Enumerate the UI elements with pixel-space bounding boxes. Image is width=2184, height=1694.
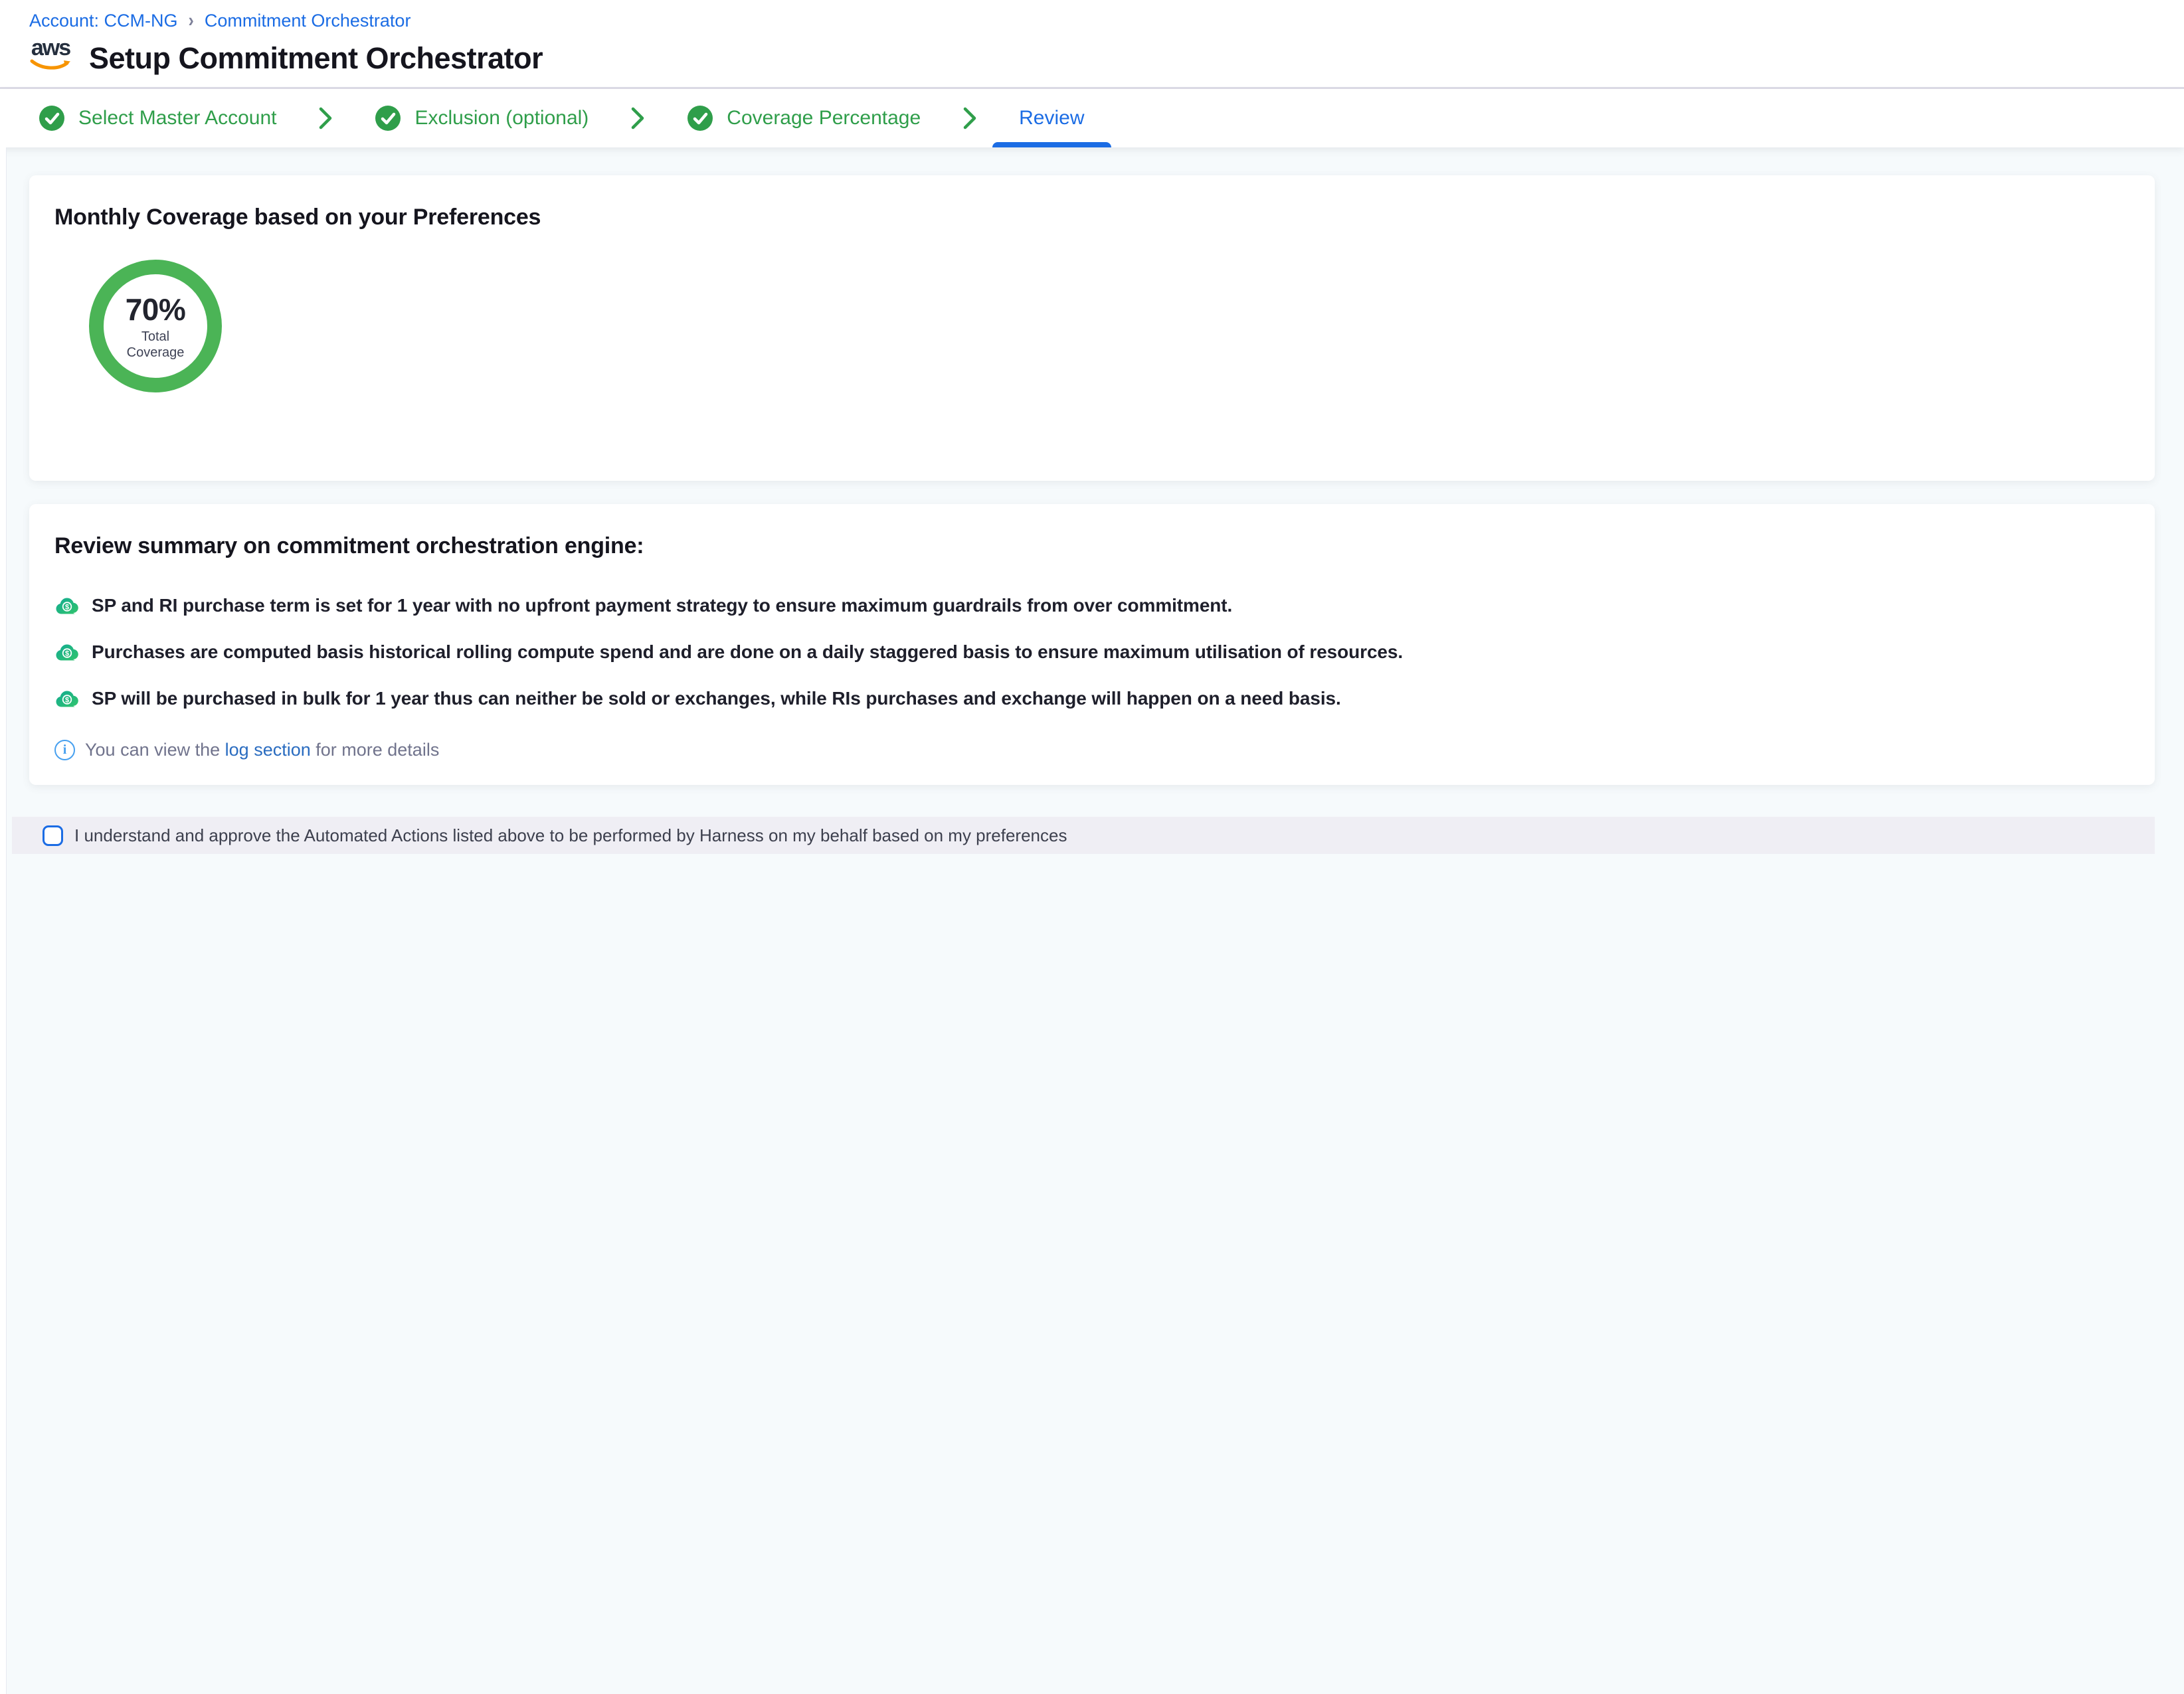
donut-caption: Total Coverage bbox=[127, 329, 185, 361]
svg-text:$: $ bbox=[65, 696, 69, 704]
coverage-card-title: Monthly Coverage based on your Preferenc… bbox=[54, 205, 2130, 230]
tab-select-master-account[interactable]: Select Master Account bbox=[39, 105, 276, 131]
svg-text:$: $ bbox=[65, 603, 69, 611]
breadcrumb-separator-icon: › bbox=[189, 10, 194, 32]
chevron-right-icon bbox=[962, 106, 978, 131]
review-summary-card: Review summary on commitment orchestrati… bbox=[29, 504, 2155, 785]
bullet-text: SP and RI purchase term is set for 1 yea… bbox=[92, 595, 1232, 616]
page-header: Account: CCM-NG › Commitment Orchestrato… bbox=[0, 0, 2184, 89]
aws-smile-swoosh bbox=[29, 58, 72, 72]
donut-center-labels: 70% Total Coverage bbox=[89, 260, 222, 392]
check-circle-icon bbox=[375, 105, 401, 131]
info-text: You can view the log section for more de… bbox=[85, 740, 439, 760]
approval-checkbox[interactable] bbox=[43, 825, 63, 846]
bullet-text: SP will be purchased in bulk for 1 year … bbox=[92, 688, 1341, 709]
log-section-link[interactable]: log section bbox=[225, 740, 311, 760]
tab-review[interactable]: Review bbox=[1019, 89, 1084, 147]
breadcrumb: Account: CCM-NG › Commitment Orchestrato… bbox=[29, 11, 2155, 31]
donut-value: 70% bbox=[126, 292, 186, 327]
summary-bullet-list: $ SP and RI purchase term is set for 1 y… bbox=[54, 595, 2130, 709]
cloud-dollar-icon: $ bbox=[54, 689, 80, 709]
aws-logo-text: aws bbox=[31, 38, 70, 58]
breadcrumb-account-link[interactable]: Account: CCM-NG bbox=[29, 11, 178, 31]
summary-card-title: Review summary on commitment orchestrati… bbox=[54, 533, 2130, 559]
info-prefix: You can view the bbox=[85, 740, 225, 760]
check-circle-icon bbox=[39, 105, 65, 131]
step-tabbar: Select Master Account Exclusion (optiona… bbox=[0, 89, 2184, 147]
tab-coverage-percentage[interactable]: Coverage Percentage bbox=[687, 105, 921, 131]
list-item: $ SP and RI purchase term is set for 1 y… bbox=[54, 595, 2130, 616]
cloud-dollar-icon: $ bbox=[54, 596, 80, 616]
aws-logo-icon: aws bbox=[29, 38, 72, 76]
coverage-donut-chart: 70% Total Coverage bbox=[89, 260, 222, 392]
chevron-right-icon bbox=[630, 106, 646, 131]
coverage-card: Monthly Coverage based on your Preferenc… bbox=[29, 175, 2155, 481]
info-suffix: for more details bbox=[311, 740, 440, 760]
list-item: $ SP will be purchased in bulk for 1 yea… bbox=[54, 688, 2130, 709]
chevron-right-icon bbox=[318, 106, 333, 131]
tab-label: Coverage Percentage bbox=[727, 107, 921, 129]
tab-label: Review bbox=[1019, 107, 1084, 129]
title-row: aws Setup Commitment Orchestrator bbox=[29, 38, 2155, 76]
log-info-row: i You can view the log section for more … bbox=[54, 740, 2130, 760]
tab-label: Exclusion (optional) bbox=[414, 107, 589, 129]
cloud-dollar-icon: $ bbox=[54, 642, 80, 663]
check-circle-icon bbox=[687, 105, 713, 131]
breadcrumb-page-link[interactable]: Commitment Orchestrator bbox=[205, 11, 411, 31]
info-icon: i bbox=[54, 740, 75, 760]
tab-exclusion-optional[interactable]: Exclusion (optional) bbox=[375, 105, 589, 131]
approval-label[interactable]: I understand and approve the Automated A… bbox=[74, 825, 1067, 846]
svg-text:$: $ bbox=[65, 649, 69, 657]
approval-bar: I understand and approve the Automated A… bbox=[12, 817, 2155, 854]
page-title: Setup Commitment Orchestrator bbox=[89, 41, 543, 76]
main-content: Monthly Coverage based on your Preferenc… bbox=[0, 147, 2184, 854]
left-edge-strip bbox=[0, 147, 7, 1694]
bullet-text: Purchases are computed basis historical … bbox=[92, 641, 1403, 663]
page: Account: CCM-NG › Commitment Orchestrato… bbox=[0, 0, 2184, 987]
tab-label: Select Master Account bbox=[78, 107, 276, 129]
list-item: $ Purchases are computed basis historica… bbox=[54, 641, 2130, 663]
